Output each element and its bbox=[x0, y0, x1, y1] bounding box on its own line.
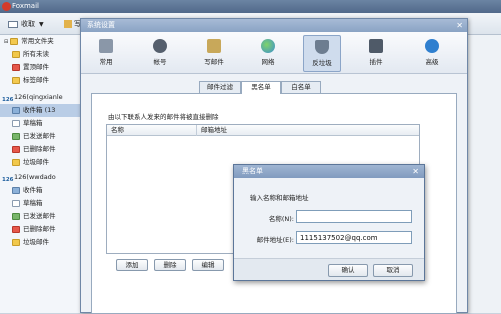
settings-title: 系统设置 bbox=[87, 21, 115, 29]
tab-blacklist[interactable]: 黑名单 bbox=[241, 81, 281, 94]
chevron-down-icon[interactable]: ▼ bbox=[39, 21, 44, 28]
tag-icon bbox=[12, 76, 20, 84]
add-button[interactable]: 添加 bbox=[116, 259, 148, 271]
plugin-icon bbox=[369, 39, 383, 53]
draft-icon bbox=[12, 199, 20, 207]
category-antispam[interactable]: 反垃圾 bbox=[303, 35, 341, 72]
email-field[interactable] bbox=[296, 231, 412, 244]
blacklist-dialog-title-bar: 黑名单 bbox=[234, 165, 424, 178]
sidebar-item-pinned[interactable]: 置顶邮件 bbox=[0, 61, 81, 74]
sidebar-item-inbox[interactable]: 收件箱 (13 bbox=[0, 104, 81, 117]
inbox-icon bbox=[12, 106, 20, 114]
folder-sidebar: ⊟ 常用文件夹 所有未读 置顶邮件 标签邮件 126126(qingxianle… bbox=[0, 35, 82, 313]
gear-icon bbox=[425, 39, 439, 53]
blacklist-dialog-footer: 确认 取消 bbox=[234, 258, 424, 280]
sidebar-item-spam-2[interactable]: 垃圾邮件 bbox=[0, 236, 81, 249]
sidebar-item-deleted-2[interactable]: 已删除邮件 bbox=[0, 223, 81, 236]
sidebar-item-drafts-2[interactable]: 草稿箱 bbox=[0, 197, 81, 210]
sidebar-item-inbox-2[interactable]: 收件箱 bbox=[0, 184, 81, 197]
category-advanced[interactable]: 高级 bbox=[413, 35, 451, 72]
mail-icon bbox=[8, 20, 18, 28]
common-folder-group[interactable]: ⊟ 常用文件夹 bbox=[0, 35, 81, 48]
account-badge: 126 bbox=[2, 96, 14, 103]
spam-icon bbox=[12, 158, 20, 166]
spam-icon bbox=[12, 238, 20, 246]
app-title: Foxmail bbox=[12, 2, 39, 10]
pin-icon bbox=[12, 63, 20, 71]
sidebar-item-unread[interactable]: 所有未读 bbox=[0, 48, 81, 61]
delete-button[interactable]: 删除 bbox=[154, 259, 186, 271]
category-network[interactable]: 网络 bbox=[249, 35, 287, 72]
settings-category-bar: 常用 帐号 写邮件 网络 反垃圾 插件 高级 bbox=[81, 32, 467, 74]
blacklist-description: 由以下联系人发来的邮件将被直接删除 bbox=[108, 113, 219, 121]
sidebar-item-deleted[interactable]: 已删除邮件 bbox=[0, 143, 81, 156]
tab-whitelist[interactable]: 白名单 bbox=[281, 81, 321, 93]
tab-mail-filter[interactable]: 邮件过滤 bbox=[199, 81, 241, 93]
close-icon[interactable]: ✕ bbox=[456, 19, 463, 32]
sidebar-item-spam[interactable]: 垃圾邮件 bbox=[0, 156, 81, 169]
sidebar-item-drafts[interactable]: 草稿箱 bbox=[0, 117, 81, 130]
name-field[interactable] bbox=[296, 210, 412, 223]
compose-icon bbox=[64, 20, 72, 28]
category-account[interactable]: 帐号 bbox=[141, 35, 179, 72]
inbox-icon bbox=[12, 186, 20, 194]
cancel-button[interactable]: 取消 bbox=[373, 264, 413, 277]
close-icon[interactable]: ✕ bbox=[412, 165, 419, 178]
collapse-icon[interactable]: ⊟ bbox=[4, 39, 8, 45]
category-plugins[interactable]: 插件 bbox=[357, 35, 395, 72]
unread-icon bbox=[12, 50, 20, 58]
mail-list-edge bbox=[468, 35, 501, 313]
sidebar-item-tagged[interactable]: 标签邮件 bbox=[0, 74, 81, 87]
name-label: 名称(N): bbox=[268, 215, 294, 223]
sidebar-item-sent-2[interactable]: 已发送邮件 bbox=[0, 210, 81, 223]
column-email[interactable]: 邮箱地址 bbox=[197, 125, 419, 136]
sidebar-item-sent[interactable]: 已发送邮件 bbox=[0, 130, 81, 143]
compose-icon bbox=[207, 39, 221, 53]
receive-button[interactable]: 收取 ▼ bbox=[4, 16, 48, 32]
settings-title-bar: 系统设置 bbox=[81, 19, 467, 32]
trash-icon bbox=[12, 145, 20, 153]
account-badge: 126 bbox=[2, 176, 14, 183]
column-name[interactable]: 名称 bbox=[107, 125, 197, 136]
trash-icon bbox=[12, 225, 20, 233]
app-title-bar: Foxmail bbox=[0, 0, 501, 13]
email-label: 邮件地址(E): bbox=[256, 236, 294, 244]
edit-button[interactable]: 编辑 bbox=[192, 259, 224, 271]
draft-icon bbox=[12, 119, 20, 127]
network-icon bbox=[261, 39, 275, 53]
ok-button[interactable]: 确认 bbox=[328, 264, 368, 277]
foxmail-logo-icon bbox=[2, 2, 11, 11]
account-row-1[interactable]: 126126(qingxianle bbox=[0, 91, 81, 104]
blacklist-dialog-title: 黑名单 bbox=[242, 167, 263, 175]
account-row-2[interactable]: 126126(wwdado bbox=[0, 171, 81, 184]
category-compose[interactable]: 写邮件 bbox=[195, 35, 233, 72]
blacklist-dialog-prompt: 输入名称和邮箱地址 bbox=[250, 194, 309, 202]
sent-icon bbox=[12, 212, 20, 220]
common-icon bbox=[99, 39, 113, 53]
sent-icon bbox=[12, 132, 20, 140]
shield-icon bbox=[315, 40, 329, 54]
table-header: 名称 邮箱地址 bbox=[107, 125, 419, 136]
account-icon bbox=[153, 39, 167, 53]
blacklist-dialog: 黑名单 ✕ 输入名称和邮箱地址 名称(N): 邮件地址(E): 确认 取消 bbox=[233, 164, 425, 281]
category-common[interactable]: 常用 bbox=[87, 35, 125, 72]
folder-icon bbox=[10, 37, 19, 45]
